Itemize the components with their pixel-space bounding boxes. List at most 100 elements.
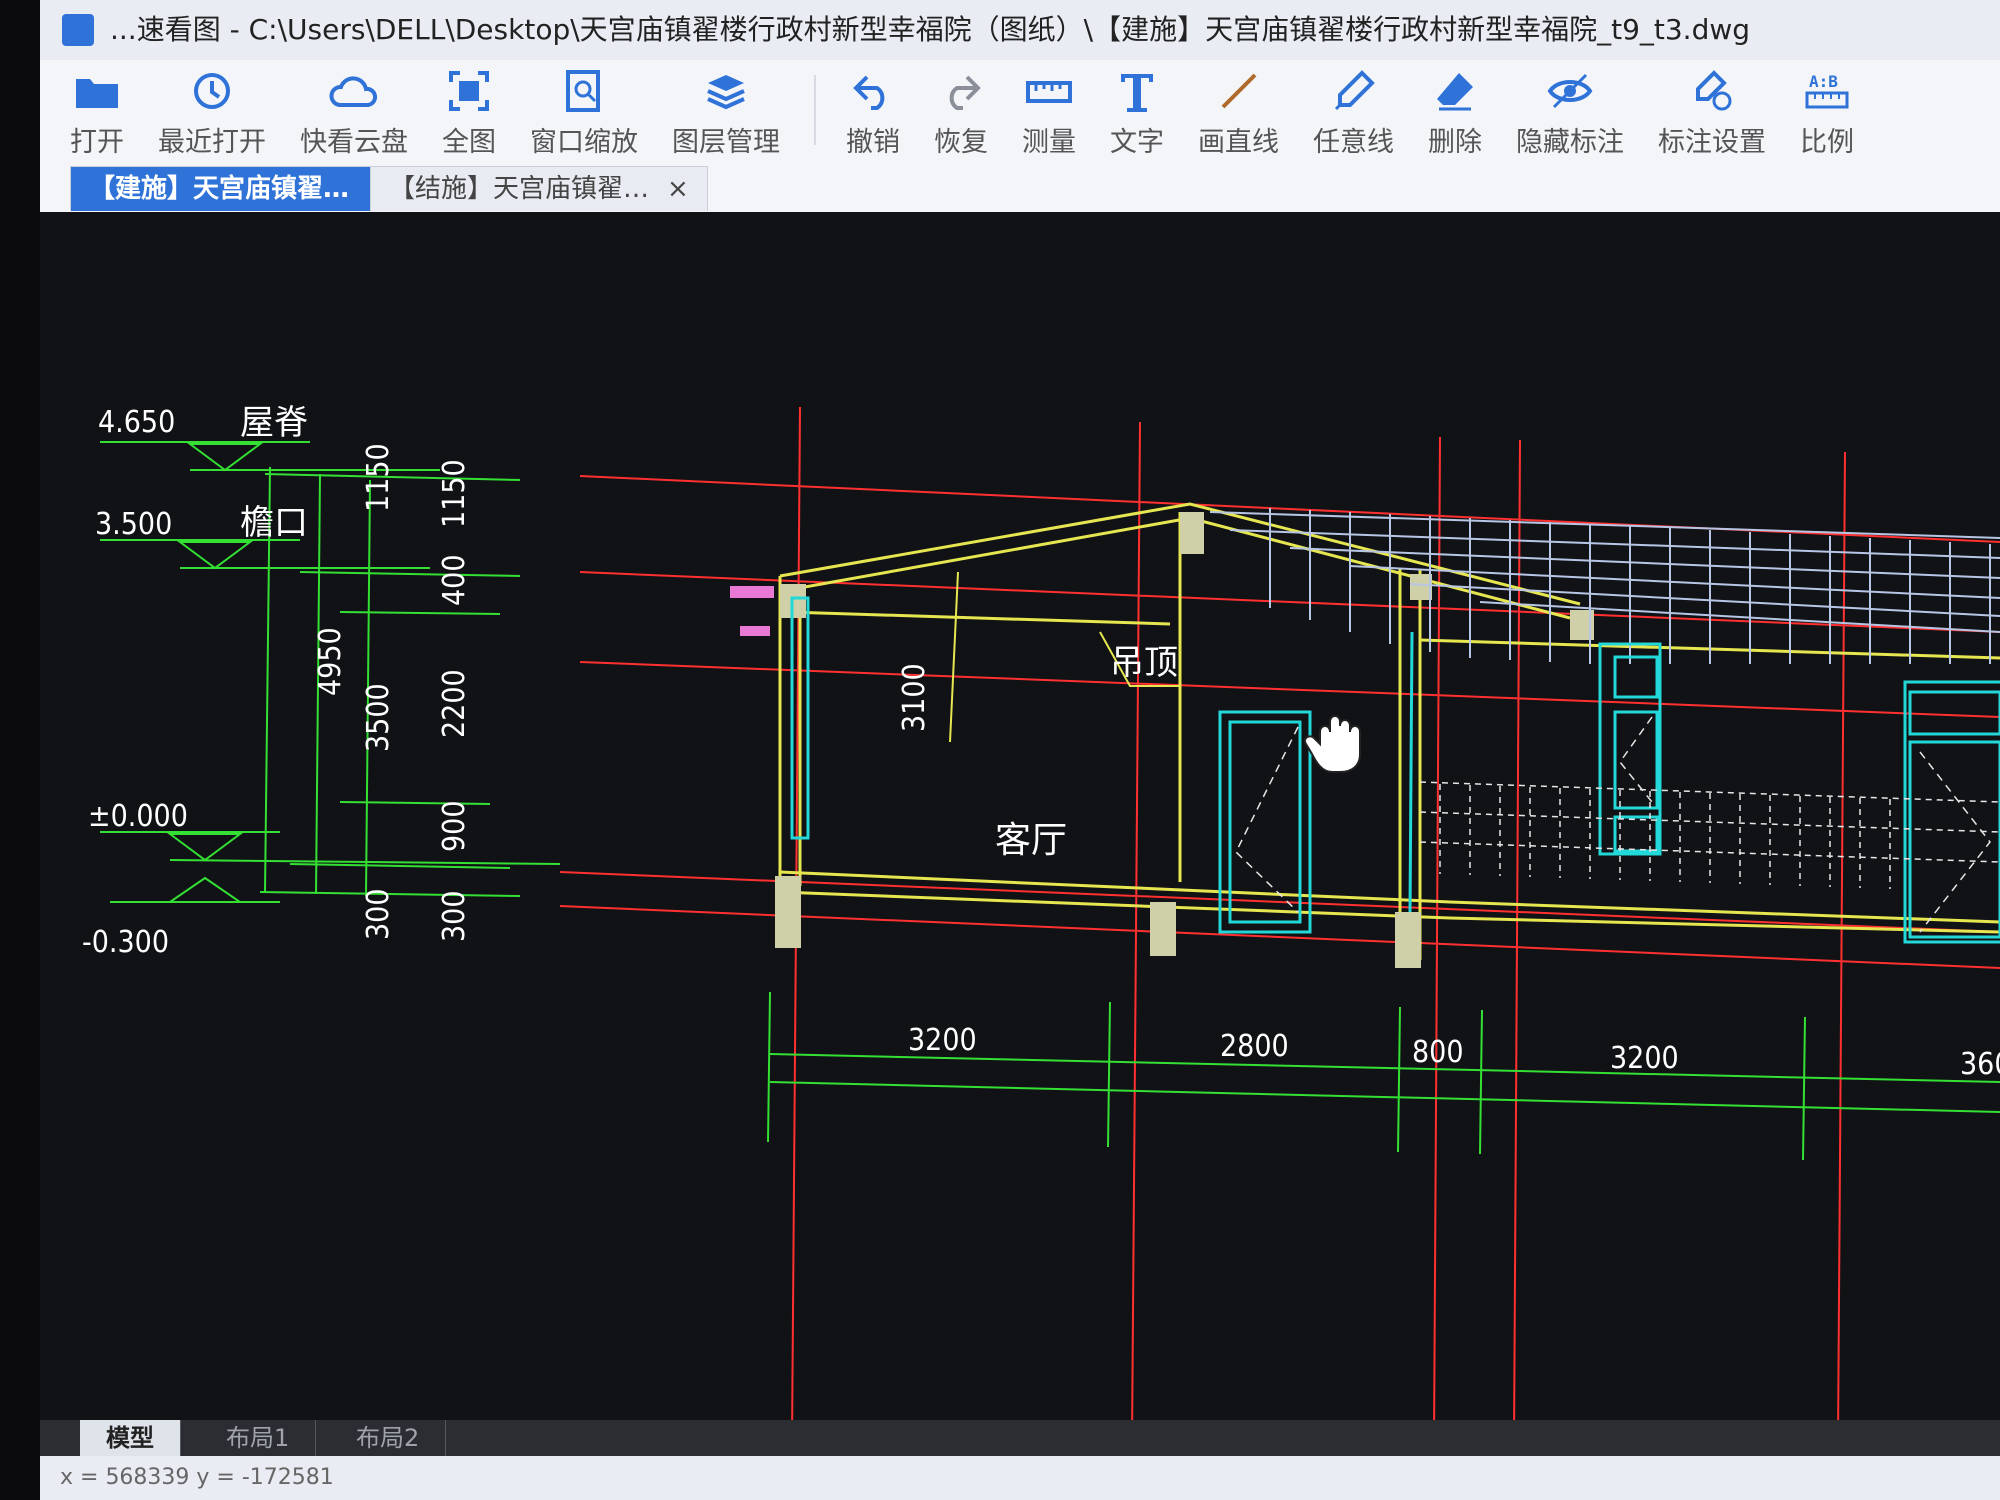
elevation-ground-value: ±0.000	[88, 799, 188, 834]
app-logo-icon	[62, 14, 94, 46]
small-annotation-marks	[730, 586, 774, 636]
hide-annotation-label: 隐藏标注	[1516, 127, 1624, 158]
dim-400: 400	[437, 554, 472, 606]
dim-bottom-3200-b: 3200	[1610, 1041, 1679, 1076]
document-tabs: 【建施】天宫庙镇翟…× 【结施】天宫庙镇翟… ×	[40, 160, 2000, 214]
roof-tiles	[1209, 508, 2000, 664]
dim-bottom-3200-a: 3200	[908, 1023, 977, 1058]
cloud-drive-button[interactable]: 快看云盘	[300, 60, 408, 159]
toolbar-separator	[814, 75, 816, 145]
cad-drawing: 4.650 屋脊 3.500 檐口 ±0.000 -0.300 4950 115…	[82, 403, 2000, 1440]
redo-label: 恢复	[934, 127, 988, 158]
tab-architectural-drawing[interactable]: 【建施】天宫庙镇翟…×	[70, 166, 408, 211]
ruler-icon	[1025, 68, 1073, 114]
undo-label: 撤销	[846, 127, 900, 158]
wall-columns	[775, 512, 1594, 968]
redo-icon	[939, 68, 983, 114]
hide-annotation-button[interactable]: 隐藏标注	[1516, 60, 1624, 159]
annotation-settings-button[interactable]: 标注设置	[1658, 60, 1766, 159]
monitor-bezel	[0, 0, 40, 1500]
hand-cursor-icon	[1304, 715, 1361, 773]
dim-3500: 3500	[361, 683, 396, 752]
pen-icon	[1332, 68, 1376, 114]
open-label: 打开	[70, 127, 124, 158]
open-button[interactable]: 打开	[70, 60, 124, 159]
full-view-icon	[448, 68, 490, 114]
dim-300-b: 300	[437, 890, 472, 942]
measure-label: 测量	[1022, 127, 1076, 158]
tab-structural-drawing[interactable]: 【结施】天宫庙镇翟… ×	[370, 166, 708, 211]
elevation-eave-label: 檐口	[240, 503, 308, 543]
recent-open-button[interactable]: 最近打开	[158, 60, 266, 159]
line-icon	[1217, 68, 1261, 114]
elevation-ridge-value: 4.650	[98, 405, 175, 440]
draw-line-label: 画直线	[1198, 127, 1279, 158]
dim-1150-b: 1150	[437, 459, 472, 528]
cursor-coordinates: x = 568339 y = -172581	[60, 1465, 334, 1490]
cad-viewer-window: ...速看图 - C:\Users\DELL\Desktop\天宫庙镇翟楼行政村…	[0, 0, 2000, 1500]
undo-icon	[851, 68, 895, 114]
recent-open-label: 最近打开	[158, 127, 266, 158]
window-title: ...速看图 - C:\Users\DELL\Desktop\天宫庙镇翟楼行政村…	[110, 13, 1751, 46]
eraser-icon	[1433, 68, 1477, 114]
draw-line-button[interactable]: 画直线	[1198, 60, 1279, 159]
window-zoom-button[interactable]: 窗口缩放	[530, 60, 638, 159]
tab-layout-1[interactable]: 布局1	[200, 1420, 317, 1456]
dim-4950: 4950	[313, 627, 348, 696]
eye-hidden-icon	[1546, 68, 1594, 114]
drawing-text: 4.650 屋脊 3.500 檐口 ±0.000 -0.300 4950 115…	[82, 403, 2000, 1082]
elevation-ridge-label: 屋脊	[240, 403, 308, 443]
status-bar: x = 568339 y = -172581	[40, 1456, 2000, 1500]
dim-bottom-800: 800	[1412, 1035, 1464, 1070]
horizontal-dimension-lines	[767, 991, 2000, 1161]
window-zoom-label: 窗口缩放	[530, 127, 638, 158]
layers-icon	[704, 68, 748, 114]
folder-icon	[74, 68, 120, 114]
elevation-eave-value: 3.500	[95, 507, 172, 542]
dim-1150-a: 1150	[361, 443, 396, 512]
text-button[interactable]: 文字	[1110, 60, 1164, 159]
cloud-drive-label: 快看云盘	[300, 127, 408, 158]
height-dimension-line	[949, 571, 959, 743]
elevation-outdoor-value: -0.300	[82, 925, 169, 960]
railing	[1419, 781, 2000, 889]
svg-text:A:B: A:B	[1809, 72, 1838, 91]
dim-2200: 2200	[437, 669, 472, 738]
main-toolbar: 打开 最近打开 快看云盘 全图 窗口缩放 图层管理 撤销 恢复 测量 文字 画直…	[40, 60, 2000, 160]
room-label-living-room: 客厅	[995, 820, 1067, 861]
annotation-settings-icon	[1690, 68, 1734, 114]
tab-model[interactable]: 模型	[80, 1420, 181, 1456]
cloud-icon	[328, 68, 380, 114]
scale-icon: A:B	[1803, 68, 1851, 114]
dim-300-a: 300	[361, 888, 396, 940]
close-icon[interactable]: ×	[667, 174, 689, 204]
layer-manager-label: 图层管理	[672, 127, 780, 158]
history-icon	[190, 68, 234, 114]
room-height-dim: 3100	[897, 663, 932, 732]
annotation-settings-label: 标注设置	[1658, 127, 1766, 158]
tab-label: 【结施】天宫庙镇翟…	[389, 174, 650, 204]
drawing-canvas[interactable]: 4.650 屋脊 3.500 檐口 ±0.000 -0.300 4950 115…	[40, 212, 2000, 1440]
delete-button[interactable]: 删除	[1428, 60, 1482, 159]
undo-button[interactable]: 撤销	[846, 60, 900, 159]
redo-button[interactable]: 恢复	[934, 60, 988, 159]
layer-manager-button[interactable]: 图层管理	[672, 60, 780, 159]
text-icon	[1117, 68, 1157, 114]
dim-bottom-2800: 2800	[1220, 1029, 1289, 1064]
scale-button[interactable]: A:B 比例	[1800, 60, 1854, 159]
tab-layout-2[interactable]: 布局2	[330, 1420, 447, 1456]
window-zoom-icon	[564, 68, 604, 114]
dim-bottom-360: 360	[1960, 1047, 2000, 1082]
ceiling-label: 吊顶	[1110, 643, 1178, 683]
text-label: 文字	[1110, 127, 1164, 158]
delete-label: 删除	[1428, 127, 1482, 158]
title-bar: ...速看图 - C:\Users\DELL\Desktop\天宫庙镇翟楼行政村…	[40, 0, 2000, 61]
dim-900: 900	[437, 800, 472, 852]
tab-label: 【建施】天宫庙镇翟…	[89, 174, 350, 204]
measure-button[interactable]: 测量	[1022, 60, 1076, 159]
full-view-label: 全图	[442, 127, 496, 158]
freehand-line-label: 任意线	[1313, 127, 1394, 158]
full-view-button[interactable]: 全图	[442, 60, 496, 159]
freehand-line-button[interactable]: 任意线	[1313, 60, 1394, 159]
scale-label: 比例	[1800, 127, 1854, 158]
